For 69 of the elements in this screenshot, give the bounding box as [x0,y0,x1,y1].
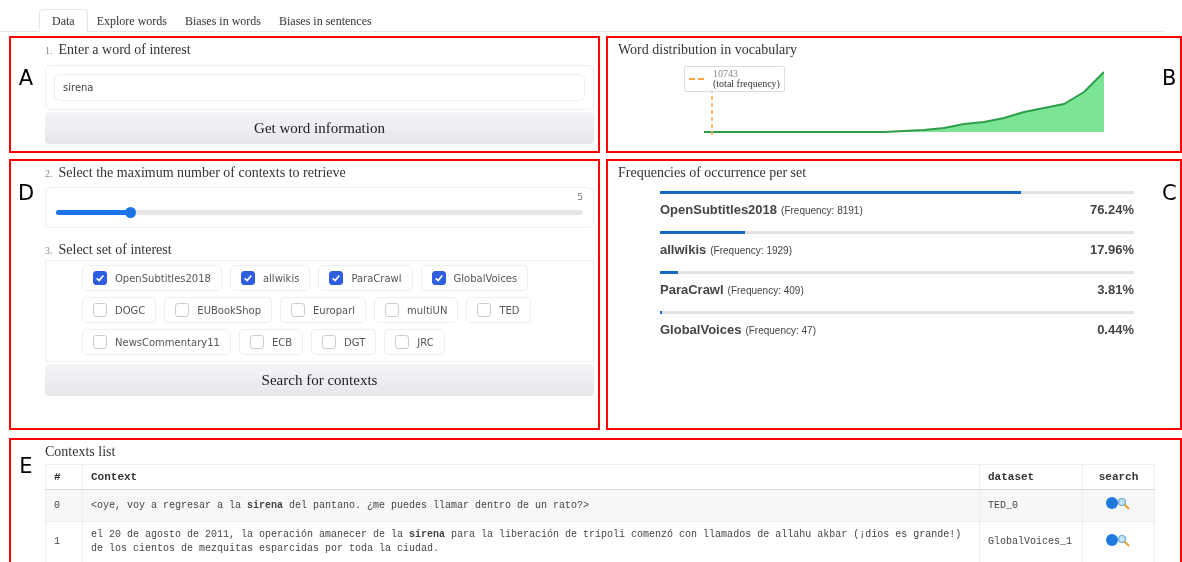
column-header: # [45,464,83,490]
annotation-letter: B [1162,65,1178,92]
annotation-letter: C [1162,180,1178,207]
set-name: ParaCrawl [660,282,724,297]
percentage: 0.44% [1097,322,1134,337]
annotation-letter: D [16,180,36,207]
tab[interactable]: Explore words [87,9,176,31]
percentage: 76.24% [1089,202,1134,217]
checkbox-option[interactable]: ParaCrawl [318,265,413,291]
table-cell: TED_0 [979,489,1083,522]
section-title: Frequencies of occurrence per set [618,165,808,181]
chart-title: Word distribution in vocabulary [618,42,798,58]
frequency-text: (Frequency: 409) [727,285,804,296]
checkbox-option[interactable]: GlobalVoices [420,265,529,291]
column-header: dataset [979,464,1083,490]
slider-value: 5 [577,192,583,202]
checkbox-option[interactable]: Europarl [280,297,367,323]
table-cell: el 20 de agosto de 2011, la operación amanecer de la sirena para la liberación de trípoli comenzó con llamados de allahu akbar (¡dios es grande!) de los cientos de mezquitas esparcidas por toda la ciudad. [82,521,980,562]
checkbox-option[interactable]: DGT [311,329,377,355]
checkbox-option[interactable]: DOGC [82,297,157,323]
check-icon [242,273,253,283]
section-title: Contexts list [45,444,117,460]
column-header: Context [82,464,980,490]
word-input[interactable]: sirena [54,74,585,101]
search-contexts-button[interactable]: Search for contexts [45,364,594,396]
table-cell: 1 [45,521,83,562]
percentage: 17.96% [1089,242,1134,257]
checkbox-option[interactable]: ECB [238,329,304,355]
frequency-text: (Frequency: 1929) [710,245,792,256]
get-info-button[interactable]: Get word information [45,112,594,144]
section-label: Enter a word of interest [58,42,191,58]
step-number: 3. [45,245,53,256]
checkbox[interactable] [93,271,107,285]
slider[interactable] [56,210,583,215]
checkbox-option[interactable]: JRC [384,329,445,355]
frequency-text: (Frequency: 8191) [781,205,863,216]
annotation-letter: A [17,65,35,92]
tab[interactable]: Biases in sentences [270,9,381,31]
tab[interactable]: Biases in words [176,9,270,31]
tab[interactable]: Data [39,9,88,32]
set-name: OpenSubtitles2018 [660,202,778,217]
legend-value: 10743 [713,69,739,79]
annotation-letter: E [18,453,34,480]
section-label: Select set of interest [58,242,172,258]
checkbox-option[interactable]: multiUN [374,297,459,323]
checkbox-option[interactable]: TED [466,297,531,323]
dashed-line-icon [689,77,707,81]
table-cell: GlobalVoices_1 [979,521,1083,562]
table-cell: 0 [45,489,83,522]
step-number: 1. [45,45,53,56]
checkbox[interactable] [431,271,446,285]
checkbox-option[interactable]: allwikis [229,265,311,291]
check-icon [331,273,342,283]
set-name: allwikis [660,242,707,257]
legend-label: (total frequency) [713,79,780,89]
check-icon [433,273,444,283]
frequency-text: (Frequency: 47) [745,325,816,336]
checkbox[interactable] [240,271,255,285]
table-cell: <oye, voy a regresar a la sirena del pantano. ¿me puedes llamar dentro de un rato?> [82,489,980,522]
step-number: 2. [45,168,53,179]
check-icon [95,273,105,283]
set-name: GlobalVoices [660,322,742,337]
column-header: search [1082,464,1155,490]
percentage: 3.81% [1097,282,1134,297]
checkbox[interactable] [329,271,344,285]
checkbox-option[interactable]: NewsCommentary11 [82,329,231,355]
checkbox-option[interactable]: OpenSubtitles2018 [82,265,222,291]
section-label: Select the maximum number of contexts to retrieve [58,165,346,181]
checkbox-option[interactable]: EUBookShop [164,297,272,323]
